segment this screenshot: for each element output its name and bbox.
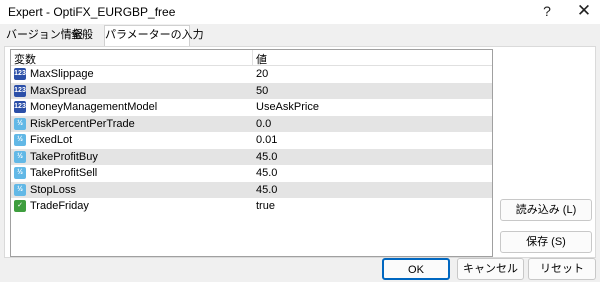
parameter-value[interactable]: 45.0 (256, 167, 277, 179)
parameter-name: MoneyManagementModel (30, 101, 158, 113)
parameter-name: FixedLot (30, 134, 73, 146)
table-row[interactable]: 123 MoneyManagementModel UseAskPrice (11, 99, 492, 116)
ok-button[interactable]: OK (382, 258, 450, 280)
parameter-value[interactable]: 45.0 (256, 184, 277, 196)
save-button[interactable]: 保存 (S) (500, 231, 592, 253)
table-row[interactable]: ½ RiskPercentPerTrade 0.0 (11, 115, 492, 132)
bool-param-icon: ✓ (14, 200, 26, 212)
table-row[interactable]: ½ StopLoss 45.0 (11, 181, 492, 198)
window-title: Expert - OptiFX_EURGBP_free (8, 5, 176, 19)
table-header: 変数 値 (11, 50, 492, 66)
column-divider[interactable] (252, 50, 253, 66)
double-param-icon: ½ (14, 183, 26, 196)
cancel-button[interactable]: キャンセル (457, 258, 524, 280)
parameter-value[interactable]: 20 (256, 68, 268, 80)
table-rows: 123 MaxSlippage 20 123 MaxSpread 50 123 MoneyMa… (11, 66, 492, 215)
tab-input-parameters[interactable]: パラメーターの入力 (104, 25, 204, 47)
table-row[interactable]: 123 MaxSpread 50 (11, 82, 492, 99)
parameter-table[interactable]: 変数 値 123 MaxSlippage 20 123 MaxSpread 50 123 Mo… (10, 49, 493, 257)
table-row[interactable]: ½ TakeProfitBuy 45.0 (11, 148, 492, 165)
double-param-icon: ½ (14, 117, 26, 130)
reset-button[interactable]: リセット (528, 258, 596, 280)
int-param-icon: 123 (14, 84, 26, 97)
parameter-value[interactable]: 0.0 (256, 118, 271, 130)
parameter-name: TradeFriday (30, 200, 89, 212)
parameter-value[interactable]: UseAskPrice (256, 101, 319, 113)
parameter-name: TakeProfitBuy (30, 150, 98, 163)
table-row[interactable]: ½ FixedLot 0.01 (11, 132, 492, 149)
parameter-name: StopLoss (30, 183, 76, 196)
parameter-name: MaxSlippage (30, 68, 94, 80)
table-row[interactable]: 123 MaxSlippage 20 (11, 66, 492, 83)
title-bar: Expert - OptiFX_EURGBP_free ? ✕ (0, 0, 600, 24)
parameter-name: RiskPercentPerTrade (30, 117, 135, 130)
help-icon[interactable]: ? (540, 3, 554, 19)
parameter-value[interactable]: 45.0 (256, 151, 277, 163)
double-param-icon: ½ (14, 134, 26, 146)
parameter-value[interactable]: true (256, 200, 275, 212)
double-param-icon: ½ (14, 150, 26, 163)
close-icon[interactable]: ✕ (574, 1, 594, 21)
parameter-value[interactable]: 0.01 (256, 134, 277, 146)
parameter-name: TakeProfitSell (30, 167, 98, 179)
table-row[interactable]: ½ TakeProfitSell 45.0 (11, 165, 492, 182)
double-param-icon: ½ (14, 167, 26, 179)
tab-general[interactable]: 全般 (71, 26, 93, 46)
parameter-name: MaxSpread (30, 84, 87, 97)
int-param-icon: 123 (14, 101, 26, 113)
column-header-value[interactable]: 値 (256, 51, 267, 67)
table-row[interactable]: ✓ TradeFriday true (11, 198, 492, 215)
load-button[interactable]: 読み込み (L) (500, 199, 592, 221)
parameter-value[interactable]: 50 (256, 85, 268, 97)
column-header-variable[interactable]: 変数 (14, 51, 36, 67)
int-param-icon: 123 (14, 68, 26, 80)
